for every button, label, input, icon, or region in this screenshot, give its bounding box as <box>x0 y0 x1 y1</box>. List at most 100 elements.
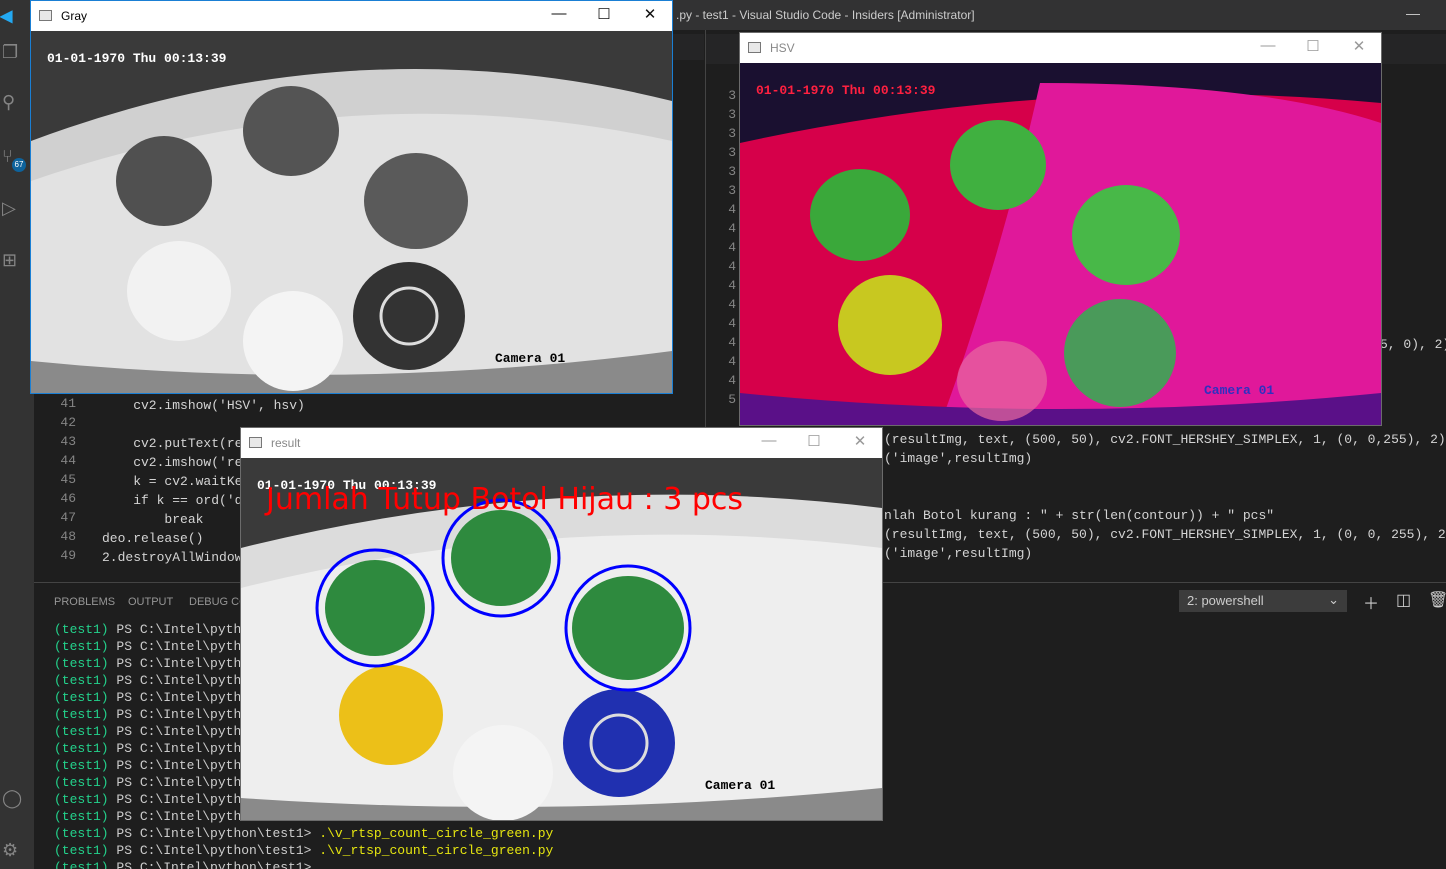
terminal-env: (test1) <box>54 758 109 773</box>
line-number: 4 <box>728 240 736 255</box>
code-line[interactable]: cv2.putText(resu <box>102 434 258 453</box>
settings-gear-icon[interactable]: ⚙ <box>2 840 24 862</box>
terminal-select-value: 2: powershell <box>1187 593 1264 608</box>
line-number: 3 <box>728 164 736 179</box>
line-number: 41 <box>60 396 76 411</box>
gray-window-title: Gray <box>61 9 88 23</box>
code-line[interactable]: break <box>102 510 203 529</box>
terminal-line: (test1) PS C:\Intel\python\test1> .\v_rt… <box>54 842 553 859</box>
result-window[interactable]: result — ☐ ✕ 01-01-1970 Thu 00:13:39 Jum… <box>240 427 883 821</box>
minimize-icon[interactable]: — <box>1253 37 1283 54</box>
code-line[interactable]: if k == ord('q') <box>102 491 258 510</box>
terminal-command: .\v_rtsp_count_circle_green.py <box>319 826 554 841</box>
code-line[interactable]: ('image',resultImg) <box>884 449 1032 468</box>
terminal-prompt: PS C:\Intel\python\test1> <box>116 860 312 869</box>
maximize-icon[interactable]: ☐ <box>1298 37 1328 55</box>
terminal-prompt: PS C:\Intel\python\test1> <box>116 826 312 841</box>
close-icon[interactable]: ✕ <box>635 5 665 23</box>
gray-window[interactable]: Gray — ☐ ✕ 01-01-1970 Thu 00:13:39 Camer… <box>30 0 673 394</box>
terminal-env: (test1) <box>54 741 109 756</box>
line-number: 47 <box>60 510 76 525</box>
terminal-line: (test1) PS C:\Intel\python\ <box>54 638 265 655</box>
vscode-minimize-icon[interactable]: — <box>1406 5 1420 21</box>
line-number: 4 <box>728 354 736 369</box>
line-number: 4 <box>728 373 736 388</box>
tab-debug-console[interactable]: DEBUG CO <box>189 596 248 608</box>
terminal-env: (test1) <box>54 860 109 869</box>
code-line[interactable]: (resultImg, text, (500, 50), cv2.FONT_HE… <box>884 430 1446 449</box>
extensions-icon[interactable]: ⊞ <box>2 250 24 272</box>
terminal-line: (test1) PS C:\Intel\python\ <box>54 757 265 774</box>
code-line[interactable]: 2.destroyAllWindow <box>102 548 242 567</box>
terminal-command: .\v_rtsp_count_circle_green.py <box>319 843 554 858</box>
line-number: 4 <box>728 278 736 293</box>
line-number: 4 <box>728 259 736 274</box>
tab-output[interactable]: OUTPUT <box>128 596 173 608</box>
tab-problems[interactable]: PROBLEMS <box>54 596 115 608</box>
hsv-titlebar[interactable]: HSV — ☐ ✕ <box>740 33 1381 63</box>
window-app-icon <box>249 437 262 448</box>
terminal-env: (test1) <box>54 656 109 671</box>
green-cap-count-text: Jumlah Tutup Botol Hijau : 3 pcs <box>266 482 744 517</box>
hsv-image: 01-01-1970 Thu 00:13:39 Camera 01 <box>740 63 1381 425</box>
terminal-line: (test1) PS C:\Intel\python\ <box>54 655 265 672</box>
terminal-line: (test1) PS C:\Intel\python\ <box>54 774 265 791</box>
line-number: 45 <box>60 472 76 487</box>
code-line[interactable]: k = cv2.waitKey( <box>102 472 258 491</box>
minimize-icon[interactable]: — <box>754 432 784 449</box>
line-number: 4 <box>728 221 736 236</box>
maximize-icon[interactable]: ☐ <box>589 5 619 23</box>
terminal-line: (test1) PS C:\Intel\python\ <box>54 672 265 689</box>
terminal-line: (test1) PS C:\Intel\python\ <box>54 791 265 808</box>
accounts-icon[interactable]: ◯ <box>2 788 24 810</box>
terminal-line: (test1) PS C:\Intel\python\ <box>54 689 265 706</box>
result-window-title: result <box>271 436 301 450</box>
line-number: 3 <box>728 126 736 141</box>
terminal-select[interactable]: 2: powershell ⌄ <box>1179 590 1347 612</box>
run-debug-icon[interactable]: ▷ <box>2 198 24 220</box>
close-icon[interactable]: ✕ <box>845 432 875 450</box>
vscode-window-title: .py - test1 - Visual Studio Code - Insid… <box>676 8 975 22</box>
line-number: 4 <box>728 316 736 331</box>
minimize-icon[interactable]: — <box>544 5 574 22</box>
terminal-prompt: PS C:\Intel\python\test1> <box>116 843 312 858</box>
code-line[interactable]: ('image',resultImg) <box>884 544 1032 563</box>
explorer-icon[interactable]: ❐ <box>2 42 24 64</box>
code-line[interactable]: nlah Botol kurang : " + str(len(contour)… <box>884 506 1274 525</box>
maximize-icon[interactable]: ☐ <box>799 432 829 450</box>
search-icon[interactable]: ⚲ <box>2 92 24 114</box>
line-number: 4 <box>728 297 736 312</box>
terminal-env: (test1) <box>54 792 109 807</box>
gray-timestamp: 01-01-1970 Thu 00:13:39 <box>47 51 227 66</box>
gray-titlebar[interactable]: Gray — ☐ ✕ <box>31 1 672 31</box>
result-titlebar[interactable]: result — ☐ ✕ <box>241 428 882 458</box>
terminal-env: (test1) <box>54 673 109 688</box>
scm-badge: 67 <box>12 158 26 172</box>
code-line[interactable]: 5, 0), 2) <box>1380 335 1446 354</box>
terminal-line: (test1) PS C:\Intel\python\test1> .\v_rt… <box>54 825 553 842</box>
code-line[interactable]: (resultImg, text, (500, 50), cv2.FONT_HE… <box>884 525 1446 544</box>
split-terminal-icon[interactable]: ◫ <box>1396 590 1411 610</box>
line-number: 3 <box>728 183 736 198</box>
code-line[interactable]: cv2.imshow('HSV', hsv) <box>102 396 305 415</box>
code-line[interactable]: deo.release() <box>102 529 203 548</box>
code-line[interactable]: cv2.imshow('resu <box>102 453 258 472</box>
terminal-env: (test1) <box>54 724 109 739</box>
line-number: 3 <box>728 107 736 122</box>
terminal-line: (test1) PS C:\Intel\python\ <box>54 808 265 825</box>
hsv-window-title: HSV <box>770 41 795 55</box>
terminal-line: (test1) PS C:\Intel\python\ <box>54 723 265 740</box>
hsv-window[interactable]: HSV — ☐ ✕ 01-01-1970 Thu 00:13:39 Camera… <box>739 32 1382 426</box>
chevron-down-icon: ⌄ <box>1328 592 1339 607</box>
new-terminal-icon[interactable]: ＋ <box>1363 590 1379 614</box>
vscode-logo-icon: ◀ <box>0 8 13 25</box>
terminal-env: (test1) <box>54 707 109 722</box>
result-image: 01-01-1970 Thu 00:13:39 Jumlah Tutup Bot… <box>241 458 882 820</box>
gray-image: 01-01-1970 Thu 00:13:39 Camera 01 <box>31 31 672 393</box>
kill-terminal-icon[interactable]: 🗑 <box>1428 590 1446 610</box>
close-icon[interactable]: ✕ <box>1344 37 1374 55</box>
terminal-env: (test1) <box>54 775 109 790</box>
line-number: 44 <box>60 453 76 468</box>
terminal-env: (test1) <box>54 843 109 858</box>
window-app-icon <box>39 10 52 21</box>
